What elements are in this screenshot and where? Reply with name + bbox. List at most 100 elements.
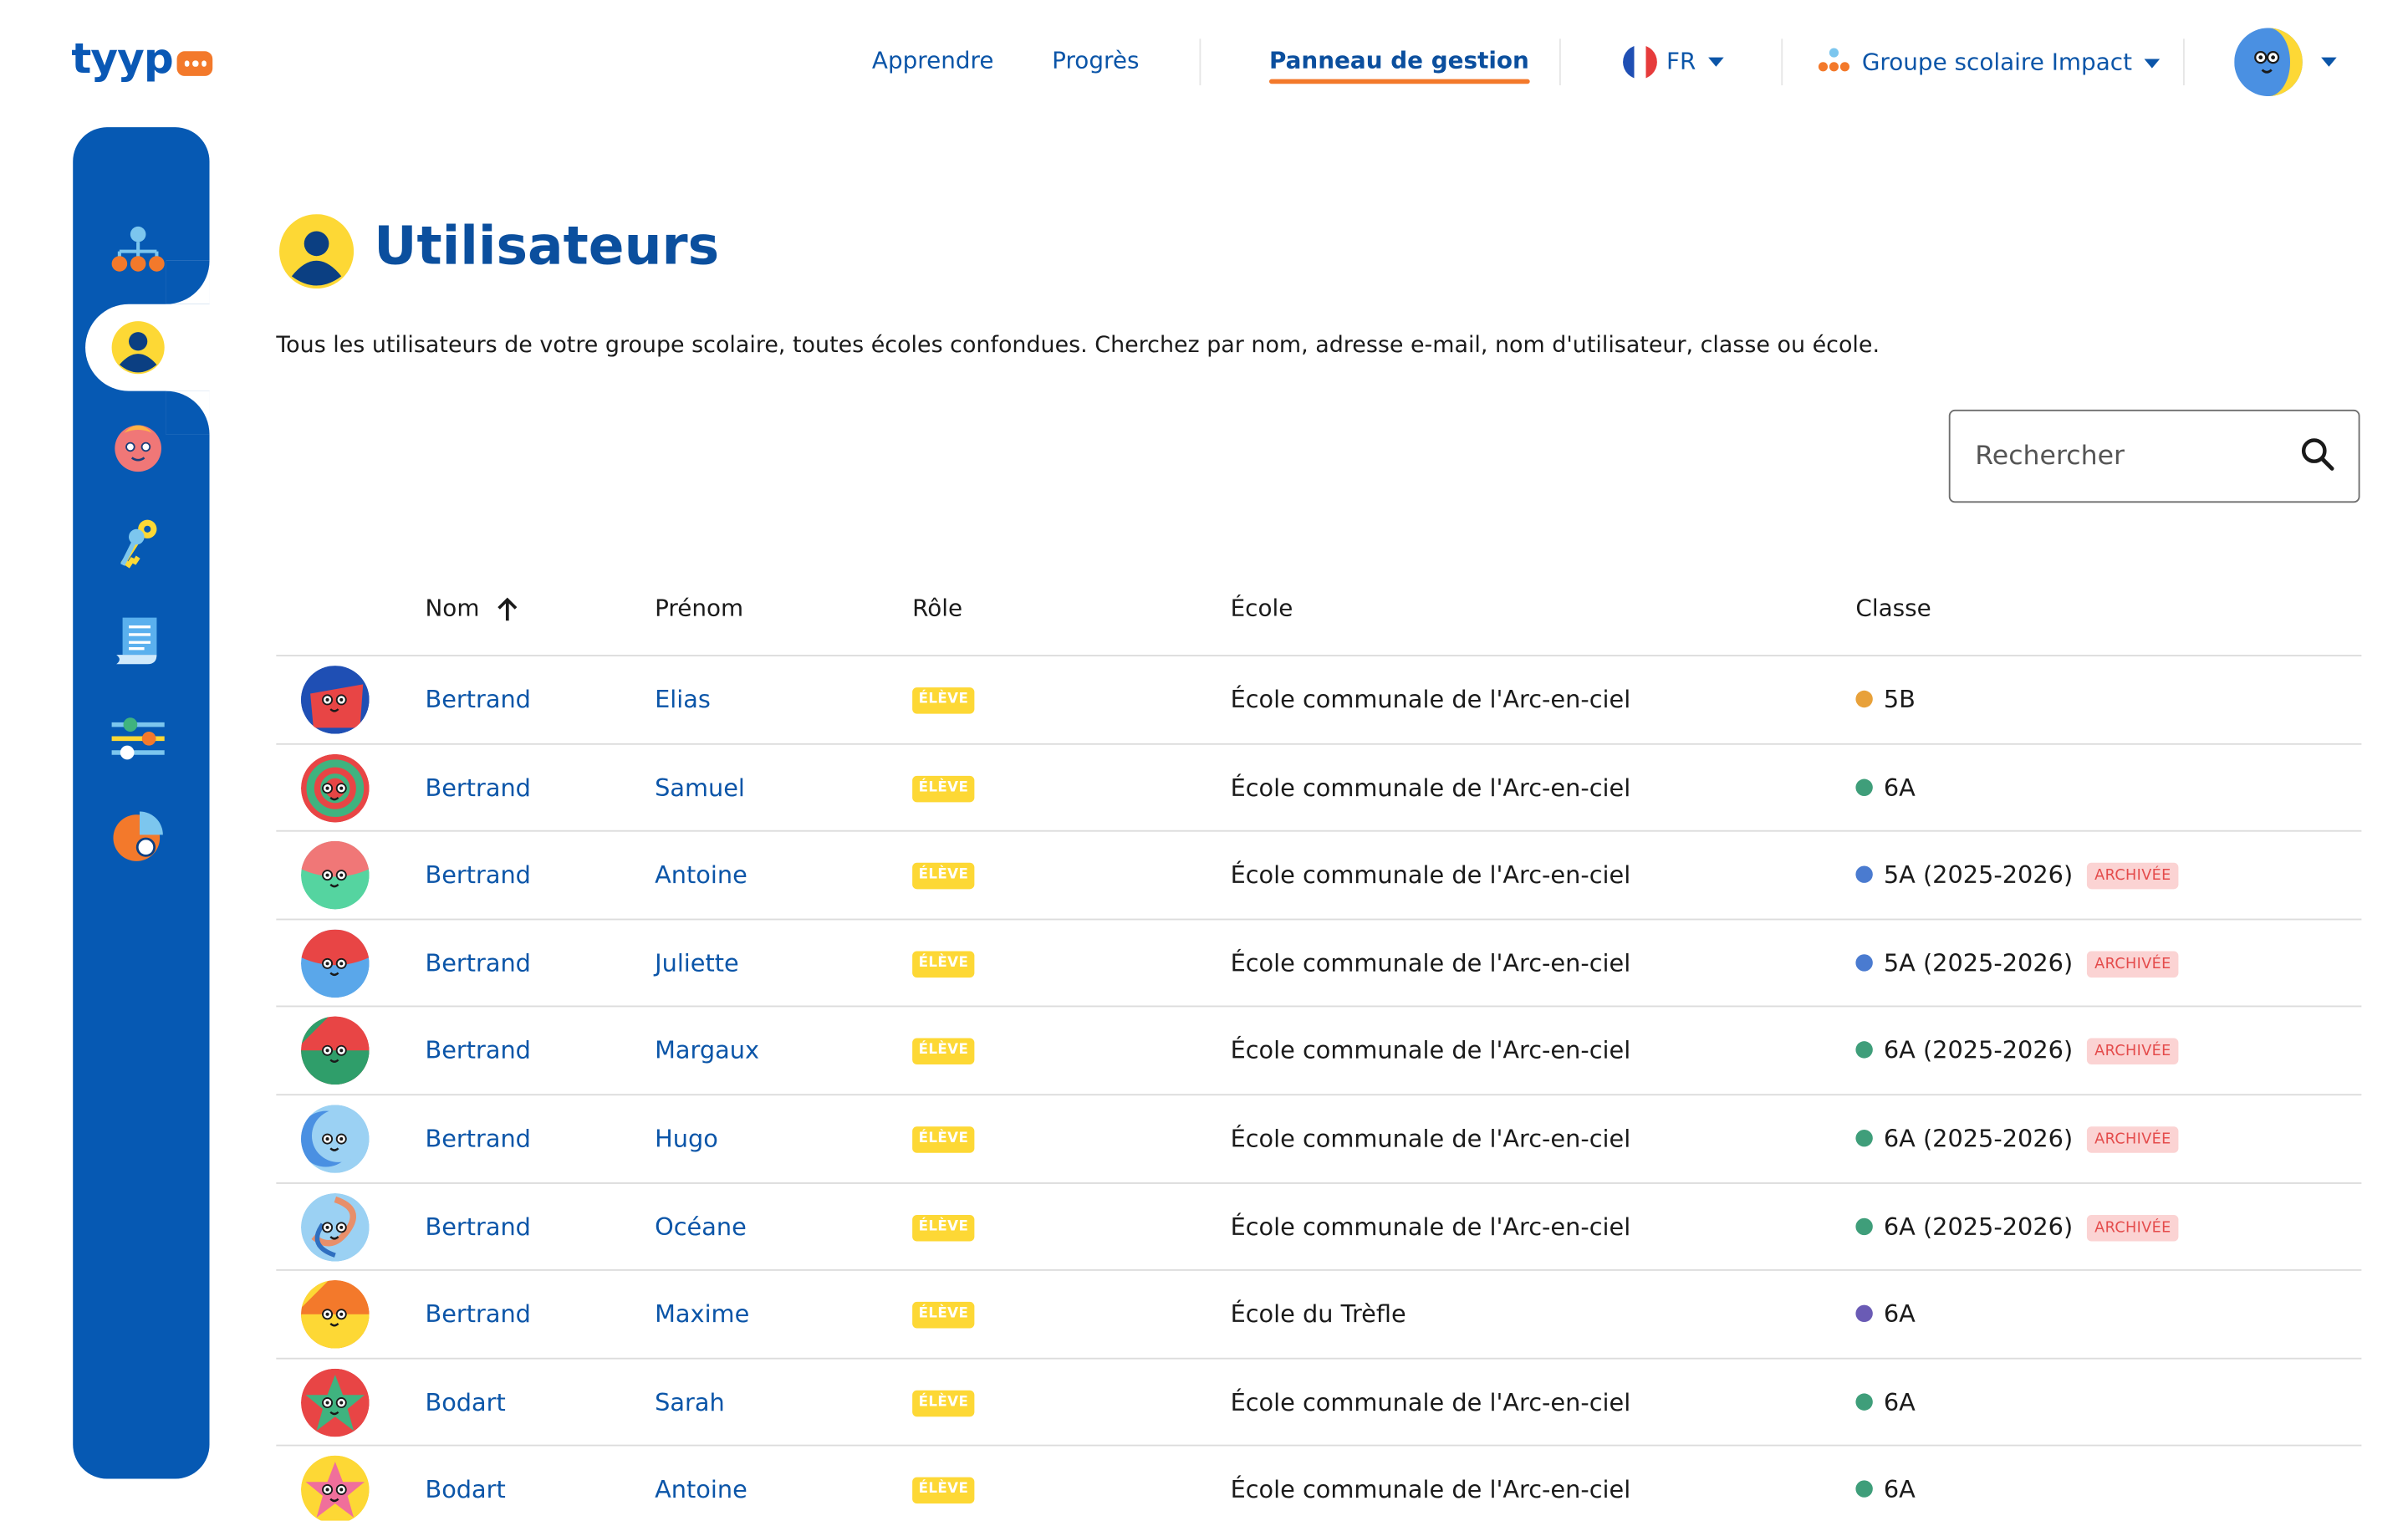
student-avatar-icon bbox=[301, 1368, 370, 1437]
last-name-link[interactable]: Bertrand bbox=[425, 1299, 530, 1330]
table-row[interactable]: Bertrand Hugo ÉLÈVE École communale de l… bbox=[276, 1095, 2361, 1182]
student-avatar-icon bbox=[301, 666, 370, 734]
organization-label: Groupe scolaire Impact bbox=[1861, 48, 2132, 76]
table-row[interactable]: Bertrand Juliette ÉLÈVE École communale … bbox=[276, 920, 2361, 1007]
pie-chart-icon bbox=[113, 811, 163, 861]
class-color-dot bbox=[1855, 1481, 1873, 1498]
table-row[interactable]: Bertrand Maxime ÉLÈVE École du Trèfle 6A bbox=[276, 1271, 2361, 1358]
archived-badge: ARCHIVÉE bbox=[2086, 863, 2179, 890]
users-icon bbox=[111, 321, 165, 375]
nav-admin-panel[interactable]: Panneau de gestion bbox=[1268, 46, 1529, 84]
class-name: 6A (2025-2026) bbox=[1883, 1037, 2074, 1065]
first-name-link[interactable]: Juliette bbox=[655, 947, 739, 978]
student-avatar-icon bbox=[301, 1192, 370, 1261]
last-name-link[interactable]: Bodart bbox=[425, 1387, 505, 1418]
chevron-down-icon bbox=[1708, 57, 1724, 67]
first-name-link[interactable]: Océane bbox=[655, 1212, 747, 1243]
column-header-first-name[interactable]: Prénom bbox=[655, 593, 743, 624]
first-name-link[interactable]: Hugo bbox=[655, 1124, 718, 1155]
sidebar-item-organization[interactable] bbox=[105, 217, 171, 283]
column-header-label: Nom bbox=[425, 594, 480, 623]
archived-badge: ARCHIVÉE bbox=[2086, 1126, 2179, 1153]
role-badge: ÉLÈVE bbox=[912, 951, 975, 977]
class-cell: 6A (2025-2026) ARCHIVÉE bbox=[1855, 1124, 2179, 1155]
user-menu[interactable] bbox=[2234, 28, 2337, 97]
table-row[interactable]: Bodart Sarah ÉLÈVE École communale de l'… bbox=[276, 1359, 2361, 1446]
last-name-link[interactable]: Bertrand bbox=[425, 947, 530, 978]
class-cell: 5B bbox=[1855, 684, 1916, 715]
first-name-link[interactable]: Antoine bbox=[655, 860, 747, 891]
language-selector[interactable]: FR bbox=[1623, 44, 1724, 79]
sidebar-notch-corner bbox=[166, 390, 210, 435]
class-cell: 6A (2025-2026) ARCHIVÉE bbox=[1855, 1212, 2179, 1243]
first-name-link[interactable]: Sarah bbox=[655, 1387, 725, 1418]
class-color-dot bbox=[1855, 953, 1873, 972]
chevron-down-icon bbox=[2321, 57, 2337, 67]
last-name-link[interactable]: Bertrand bbox=[425, 1035, 530, 1066]
nav-learn[interactable]: Apprendre bbox=[872, 47, 994, 74]
sidebar-item-students[interactable] bbox=[105, 414, 171, 479]
sidebar-item-access-keys[interactable] bbox=[105, 511, 171, 576]
class-name: 6A (2025-2026) bbox=[1883, 1125, 2074, 1153]
column-header-school[interactable]: École bbox=[1231, 593, 1293, 624]
role-badge: ÉLÈVE bbox=[912, 1390, 975, 1416]
role-badge: ÉLÈVE bbox=[912, 1302, 975, 1329]
last-name-link[interactable]: Bodart bbox=[425, 1475, 505, 1506]
table-row[interactable]: Bertrand Elias ÉLÈVE École communale de … bbox=[276, 656, 2361, 743]
logo-wordmark: tyyp bbox=[71, 35, 173, 84]
class-color-dot bbox=[1855, 865, 1873, 884]
nav-admin-label: Panneau de gestion bbox=[1268, 46, 1529, 75]
last-name-link[interactable]: Bertrand bbox=[425, 1212, 530, 1243]
sidebar-item-users[interactable] bbox=[105, 315, 171, 380]
avatar bbox=[301, 666, 370, 734]
first-name-link[interactable]: Samuel bbox=[655, 772, 745, 803]
class-name: 6A bbox=[1883, 773, 1916, 802]
school-name: École communale de l'Arc-en-ciel bbox=[1230, 1388, 1631, 1416]
first-name-link[interactable]: Margaux bbox=[655, 1035, 759, 1066]
column-header-class[interactable]: Classe bbox=[1855, 593, 1931, 624]
table-row[interactable]: Bertrand Antoine ÉLÈVE École communale d… bbox=[276, 832, 2361, 919]
school-name: École communale de l'Arc-en-ciel bbox=[1230, 861, 1631, 890]
logo-bubble-icon bbox=[177, 51, 214, 76]
role-badge: ÉLÈVE bbox=[912, 863, 975, 890]
avatar bbox=[301, 841, 370, 910]
search-input[interactable] bbox=[1972, 432, 2283, 480]
table-row[interactable]: Bodart Antoine ÉLÈVE École communale de … bbox=[276, 1447, 2361, 1521]
avatar bbox=[301, 1280, 370, 1349]
school-name: École communale de l'Arc-en-ciel bbox=[1230, 1212, 1631, 1241]
student-avatar-icon bbox=[301, 1105, 370, 1173]
org-chart-icon bbox=[111, 226, 165, 272]
last-name-link[interactable]: Bertrand bbox=[425, 684, 530, 715]
class-color-dot bbox=[1855, 1217, 1873, 1235]
school-name: École communale de l'Arc-en-ciel bbox=[1230, 949, 1631, 977]
avatar bbox=[301, 929, 370, 998]
table-row[interactable]: Bertrand Océane ÉLÈVE École communale de… bbox=[276, 1183, 2361, 1270]
column-header-last-name[interactable]: Nom bbox=[425, 593, 518, 624]
avatar bbox=[301, 1368, 370, 1437]
search-icon[interactable] bbox=[2298, 435, 2338, 475]
table-row[interactable]: Bertrand Samuel ÉLÈVE École communale de… bbox=[276, 744, 2361, 831]
school-name: École communale de l'Arc-en-ciel bbox=[1230, 686, 1631, 714]
app-logo[interactable]: tyyp bbox=[71, 34, 214, 87]
first-name-link[interactable]: Elias bbox=[655, 684, 711, 715]
student-avatar-icon bbox=[301, 929, 370, 998]
table-row[interactable]: Bertrand Margaux ÉLÈVE École communale d… bbox=[276, 1008, 2361, 1095]
first-name-link[interactable]: Maxime bbox=[655, 1299, 749, 1330]
sidebar-item-statistics[interactable] bbox=[105, 804, 171, 869]
class-cell: 5A (2025-2026) ARCHIVÉE bbox=[1855, 947, 2179, 978]
last-name-link[interactable]: Bertrand bbox=[425, 1124, 530, 1155]
sidebar-item-settings[interactable] bbox=[105, 706, 171, 771]
organization-selector[interactable]: Groupe scolaire Impact bbox=[1815, 47, 2161, 76]
column-header-role[interactable]: Rôle bbox=[912, 593, 962, 624]
last-name-link[interactable]: Bertrand bbox=[425, 772, 530, 803]
class-cell: 6A bbox=[1855, 1299, 1916, 1330]
role-badge: ÉLÈVE bbox=[912, 687, 975, 714]
sidebar-notch-corner bbox=[166, 260, 210, 304]
first-name-link[interactable]: Antoine bbox=[655, 1475, 747, 1506]
class-color-dot bbox=[1855, 690, 1873, 708]
last-name-link[interactable]: Bertrand bbox=[425, 860, 530, 891]
avatar bbox=[301, 1105, 370, 1173]
archived-badge: ARCHIVÉE bbox=[2086, 1039, 2179, 1065]
nav-progress[interactable]: Progrès bbox=[1052, 47, 1139, 74]
sidebar-item-reports[interactable] bbox=[105, 608, 171, 673]
